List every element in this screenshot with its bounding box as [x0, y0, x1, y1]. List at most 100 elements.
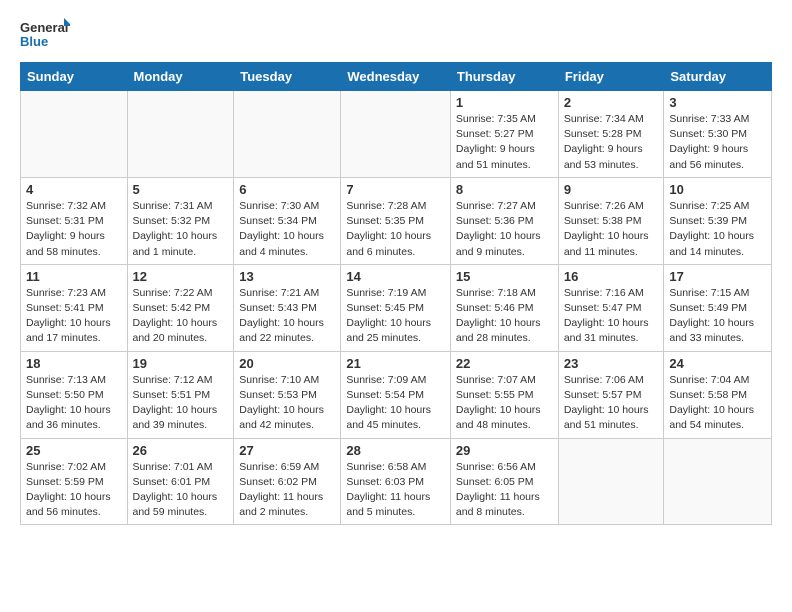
day-number: 23 [564, 356, 659, 371]
calendar-cell: 16 Sunrise: 7:16 AM Sunset: 5:47 PM Dayli… [558, 264, 664, 351]
day-info: Sunrise: 7:26 AM Sunset: 5:38 PM Dayligh… [564, 199, 659, 260]
calendar-cell: 11 Sunrise: 7:23 AM Sunset: 5:41 PM Dayli… [21, 264, 128, 351]
calendar-cell: 6Sunrise: 7:30 AM Sunset: 5:34 PM Daylig… [234, 177, 341, 264]
day-info: Sunrise: 7:25 AM Sunset: 5:39 PM Dayligh… [669, 199, 766, 260]
logo: General Blue [20, 16, 70, 54]
day-number: 24 [669, 356, 766, 371]
calendar-cell: 5 Sunrise: 7:31 AM Sunset: 5:32 PM Daylig… [127, 177, 234, 264]
day-number: 15 [456, 269, 553, 284]
day-info: Sunrise: 6:59 AM Sunset: 6:02 PM Dayligh… [239, 460, 335, 521]
day-number: 12 [133, 269, 229, 284]
page-header: General Blue [20, 16, 772, 54]
calendar-cell [21, 91, 128, 178]
day-info: Sunrise: 6:56 AM Sunset: 6:05 PM Dayligh… [456, 460, 553, 521]
day-info: Sunrise: 7:28 AM Sunset: 5:35 PM Dayligh… [346, 199, 445, 260]
day-number: 3 [669, 95, 766, 110]
day-info: Sunrise: 7:27 AM Sunset: 5:36 PM Dayligh… [456, 199, 553, 260]
svg-text:Blue: Blue [20, 34, 48, 49]
day-number: 4 [26, 182, 122, 197]
calendar-week-row-5: 25 Sunrise: 7:02 AM Sunset: 5:59 PM Dayli… [21, 438, 772, 525]
weekday-header-sunday: Sunday [21, 63, 128, 91]
day-number: 27 [239, 443, 335, 458]
day-number: 14 [346, 269, 445, 284]
weekday-header-row: SundayMondayTuesdayWednesdayThursdayFrid… [21, 63, 772, 91]
day-number: 25 [26, 443, 122, 458]
weekday-header-tuesday: Tuesday [234, 63, 341, 91]
calendar-cell [234, 91, 341, 178]
day-info: Sunrise: 7:06 AM Sunset: 5:57 PM Dayligh… [564, 373, 659, 434]
day-number: 22 [456, 356, 553, 371]
day-info: Sunrise: 7:02 AM Sunset: 5:59 PM Dayligh… [26, 460, 122, 521]
calendar-cell: 23 Sunrise: 7:06 AM Sunset: 5:57 PM Dayli… [558, 351, 664, 438]
day-info: Sunrise: 7:35 AM Sunset: 5:27 PM Dayligh… [456, 112, 553, 173]
day-info: Sunrise: 7:22 AM Sunset: 5:42 PM Dayligh… [133, 286, 229, 347]
calendar-week-row-3: 11 Sunrise: 7:23 AM Sunset: 5:41 PM Dayli… [21, 264, 772, 351]
day-info: Sunrise: 7:13 AM Sunset: 5:50 PM Dayligh… [26, 373, 122, 434]
day-number: 5 [133, 182, 229, 197]
weekday-header-thursday: Thursday [450, 63, 558, 91]
calendar-cell [664, 438, 772, 525]
day-number: 11 [26, 269, 122, 284]
day-info: Sunrise: 7:33 AM Sunset: 5:30 PM Dayligh… [669, 112, 766, 173]
calendar-cell: 27 Sunrise: 6:59 AM Sunset: 6:02 PM Dayli… [234, 438, 341, 525]
calendar-week-row-1: 1 Sunrise: 7:35 AM Sunset: 5:27 PM Daylig… [21, 91, 772, 178]
calendar-cell: 7Sunrise: 7:28 AM Sunset: 5:35 PM Daylig… [341, 177, 451, 264]
day-number: 16 [564, 269, 659, 284]
calendar-cell: 3 Sunrise: 7:33 AM Sunset: 5:30 PM Daylig… [664, 91, 772, 178]
calendar-cell [341, 91, 451, 178]
calendar-cell: 24Sunrise: 7:04 AM Sunset: 5:58 PM Dayli… [664, 351, 772, 438]
day-number: 9 [564, 182, 659, 197]
calendar-cell [558, 438, 664, 525]
weekday-header-monday: Monday [127, 63, 234, 91]
calendar-cell: 15 Sunrise: 7:18 AM Sunset: 5:46 PM Dayli… [450, 264, 558, 351]
day-info: Sunrise: 6:58 AM Sunset: 6:03 PM Dayligh… [346, 460, 445, 521]
day-info: Sunrise: 7:10 AM Sunset: 5:53 PM Dayligh… [239, 373, 335, 434]
day-number: 2 [564, 95, 659, 110]
weekday-header-friday: Friday [558, 63, 664, 91]
calendar-cell: 1 Sunrise: 7:35 AM Sunset: 5:27 PM Daylig… [450, 91, 558, 178]
calendar-cell: 4Sunrise: 7:32 AM Sunset: 5:31 PM Daylig… [21, 177, 128, 264]
calendar-cell: 2Sunrise: 7:34 AM Sunset: 5:28 PM Daylig… [558, 91, 664, 178]
calendar-table: SundayMondayTuesdayWednesdayThursdayFrid… [20, 62, 772, 525]
calendar-cell: 17Sunrise: 7:15 AM Sunset: 5:49 PM Dayli… [664, 264, 772, 351]
calendar-cell [127, 91, 234, 178]
calendar-cell: 22 Sunrise: 7:07 AM Sunset: 5:55 PM Dayli… [450, 351, 558, 438]
weekday-header-wednesday: Wednesday [341, 63, 451, 91]
calendar-cell: 20 Sunrise: 7:10 AM Sunset: 5:53 PM Dayli… [234, 351, 341, 438]
day-number: 10 [669, 182, 766, 197]
day-number: 6 [239, 182, 335, 197]
day-info: Sunrise: 7:31 AM Sunset: 5:32 PM Dayligh… [133, 199, 229, 260]
day-info: Sunrise: 7:23 AM Sunset: 5:41 PM Dayligh… [26, 286, 122, 347]
calendar-cell: 21 Sunrise: 7:09 AM Sunset: 5:54 PM Dayli… [341, 351, 451, 438]
svg-text:General: General [20, 20, 68, 35]
day-number: 18 [26, 356, 122, 371]
day-number: 17 [669, 269, 766, 284]
calendar-cell: 10 Sunrise: 7:25 AM Sunset: 5:39 PM Dayli… [664, 177, 772, 264]
day-info: Sunrise: 7:12 AM Sunset: 5:51 PM Dayligh… [133, 373, 229, 434]
logo-svg: General Blue [20, 16, 70, 54]
calendar-cell: 13 Sunrise: 7:21 AM Sunset: 5:43 PM Dayli… [234, 264, 341, 351]
day-number: 21 [346, 356, 445, 371]
day-info: Sunrise: 7:01 AM Sunset: 6:01 PM Dayligh… [133, 460, 229, 521]
day-number: 20 [239, 356, 335, 371]
calendar-cell: 25 Sunrise: 7:02 AM Sunset: 5:59 PM Dayli… [21, 438, 128, 525]
calendar-cell: 28 Sunrise: 6:58 AM Sunset: 6:03 PM Dayli… [341, 438, 451, 525]
day-number: 29 [456, 443, 553, 458]
day-info: Sunrise: 7:21 AM Sunset: 5:43 PM Dayligh… [239, 286, 335, 347]
day-info: Sunrise: 7:07 AM Sunset: 5:55 PM Dayligh… [456, 373, 553, 434]
day-info: Sunrise: 7:16 AM Sunset: 5:47 PM Dayligh… [564, 286, 659, 347]
calendar-cell: 19Sunrise: 7:12 AM Sunset: 5:51 PM Dayli… [127, 351, 234, 438]
day-info: Sunrise: 7:09 AM Sunset: 5:54 PM Dayligh… [346, 373, 445, 434]
day-number: 28 [346, 443, 445, 458]
day-number: 26 [133, 443, 229, 458]
calendar-cell: 9 Sunrise: 7:26 AM Sunset: 5:38 PM Daylig… [558, 177, 664, 264]
calendar-week-row-4: 18 Sunrise: 7:13 AM Sunset: 5:50 PM Dayli… [21, 351, 772, 438]
calendar-cell: 29 Sunrise: 6:56 AM Sunset: 6:05 PM Dayli… [450, 438, 558, 525]
day-number: 13 [239, 269, 335, 284]
calendar-cell: 12 Sunrise: 7:22 AM Sunset: 5:42 PM Dayli… [127, 264, 234, 351]
calendar-cell: 8Sunrise: 7:27 AM Sunset: 5:36 PM Daylig… [450, 177, 558, 264]
day-info: Sunrise: 7:18 AM Sunset: 5:46 PM Dayligh… [456, 286, 553, 347]
calendar-week-row-2: 4Sunrise: 7:32 AM Sunset: 5:31 PM Daylig… [21, 177, 772, 264]
day-number: 1 [456, 95, 553, 110]
day-info: Sunrise: 7:19 AM Sunset: 5:45 PM Dayligh… [346, 286, 445, 347]
